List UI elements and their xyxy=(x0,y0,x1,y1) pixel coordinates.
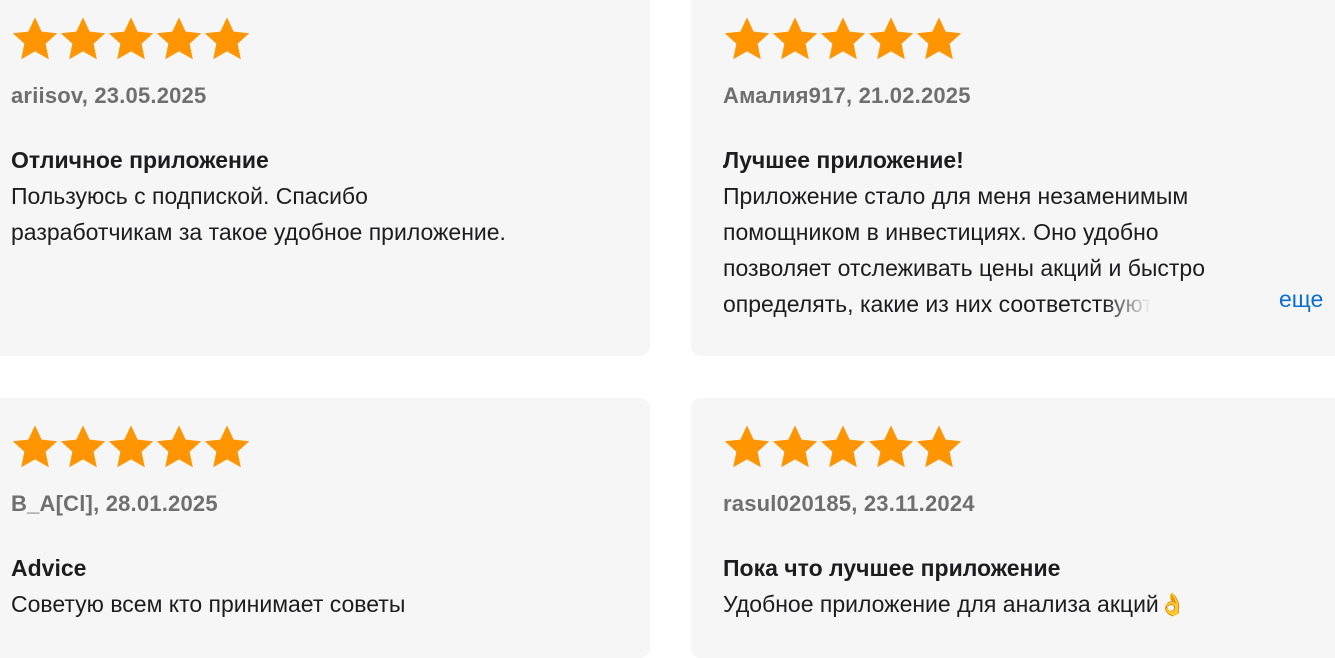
review-title: Отличное приложение xyxy=(11,147,269,173)
review-title: Advice xyxy=(11,555,87,581)
star-rating xyxy=(723,423,963,471)
star-icon xyxy=(915,15,963,63)
review-card: rasul020185, 23.11.2024 Пока что лучшее … xyxy=(691,398,1335,658)
star-icon xyxy=(11,15,59,63)
star-rating xyxy=(11,15,251,63)
star-icon xyxy=(203,423,251,471)
review-body-line: помощником в инвестициях. Оно удобно xyxy=(723,219,1159,245)
star-icon xyxy=(59,15,107,63)
review-title: Лучшее приложение! xyxy=(723,147,964,173)
star-icon xyxy=(819,15,867,63)
star-icon xyxy=(867,15,915,63)
review-title: Пока что лучшее приложение xyxy=(723,555,1061,581)
review-body-text: Удобное приложение для анализа акций xyxy=(723,591,1159,617)
star-rating xyxy=(723,15,963,63)
star-icon xyxy=(11,423,59,471)
star-icon xyxy=(203,15,251,63)
star-icon xyxy=(155,423,203,471)
star-icon xyxy=(723,15,771,63)
ok-hand-icon: 👌 xyxy=(1158,592,1187,617)
star-rating xyxy=(11,423,251,471)
more-link[interactable]: еще xyxy=(1279,286,1323,313)
review-body-line: Удобное приложение для анализа акций👌 xyxy=(723,586,1323,623)
review-body: Пользуюсь с подпиской. Спасибо разработч… xyxy=(11,178,611,250)
star-icon xyxy=(915,423,963,471)
review-body: Приложение стало для меня незаменимым по… xyxy=(723,178,1323,322)
review-body-line: разработчикам за такое удобное приложени… xyxy=(11,219,506,245)
star-icon xyxy=(107,423,155,471)
star-icon xyxy=(723,423,771,471)
star-icon xyxy=(771,15,819,63)
review-card: B_A[Cl], 28.01.2025 Advice Советую всем … xyxy=(0,398,650,658)
star-icon xyxy=(867,423,915,471)
review-body: Советую всем кто принимает советы xyxy=(11,586,611,622)
review-body-truncated: определять, какие из них соответствуют xyxy=(723,291,1153,317)
review-body: Удобное приложение для анализа акций👌 xyxy=(723,586,1323,623)
review-author-date: B_A[Cl], 28.01.2025 xyxy=(11,491,218,516)
star-icon xyxy=(107,15,155,63)
review-body-line: позволяет отслеживать цены акций и быстр… xyxy=(723,255,1206,281)
review-author-date: ariisov, 23.05.2025 xyxy=(11,83,207,108)
review-body-line: Советую всем кто принимает советы xyxy=(11,591,406,617)
review-body-line: Пользуюсь с подпиской. Спасибо xyxy=(11,183,368,209)
star-icon xyxy=(155,15,203,63)
star-icon xyxy=(771,423,819,471)
review-author-date: Амалия917, 21.02.2025 xyxy=(723,83,971,108)
review-card: ariisov, 23.05.2025 Отличное приложение … xyxy=(0,0,650,356)
star-icon xyxy=(819,423,867,471)
review-author-date: rasul020185, 23.11.2024 xyxy=(723,491,975,516)
star-icon xyxy=(59,423,107,471)
review-card: Амалия917, 21.02.2025 Лучшее приложение!… xyxy=(691,0,1335,356)
review-body-line: определять, какие из них соответствуют xyxy=(723,286,1323,322)
review-body-line: Приложение стало для меня незаменимым xyxy=(723,183,1189,209)
